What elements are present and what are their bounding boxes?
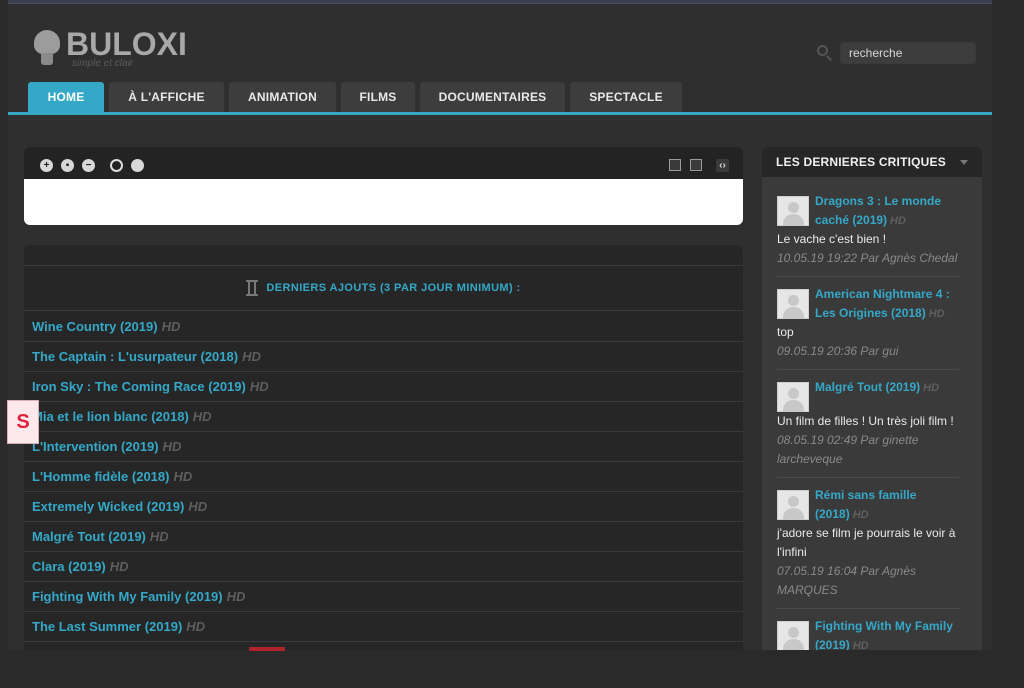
review-item: Malgré Tout (2019) HD Un film de filles !… bbox=[777, 378, 959, 478]
stop-icon[interactable]: ▪ bbox=[61, 159, 74, 172]
main-nav: HOME À L'AFFICHE ANIMATION FILMS DOCUMEN… bbox=[28, 82, 687, 112]
review-meta: 07.05.19 16:04 Par Agnès MARQUES bbox=[777, 564, 916, 597]
latest-reviews-panel: LES DERNIERES CRITIQUES Dragons 3 : Le m… bbox=[762, 147, 982, 650]
tab-films[interactable]: FILMS bbox=[341, 82, 415, 112]
floating-s-badge[interactable]: S bbox=[7, 400, 39, 444]
sidebar-header[interactable]: LES DERNIERES CRITIQUES bbox=[762, 147, 982, 177]
list-item[interactable]: Iron Sky : The Coming Race (2019) HD bbox=[24, 372, 743, 402]
avatar bbox=[777, 382, 809, 412]
avatar bbox=[777, 621, 809, 650]
hd-badge: HD bbox=[162, 439, 182, 454]
review-item: Fighting With My Family (2019) HD bbox=[777, 617, 959, 650]
search-icon[interactable] bbox=[816, 44, 834, 62]
minus-icon[interactable]: − bbox=[82, 159, 95, 172]
review-text: j'adore se film je pourrais le voir à l'… bbox=[777, 526, 956, 559]
review-list: Dragons 3 : Le monde caché (2019) HD Le v… bbox=[777, 192, 959, 650]
review-movie-link[interactable]: Malgré Tout (2019) bbox=[815, 380, 920, 394]
review-text: top bbox=[777, 325, 794, 339]
avatar bbox=[777, 289, 809, 319]
contrast-light-icon[interactable] bbox=[131, 159, 144, 172]
review-text: Un film de filles ! Un très joli film ! bbox=[777, 414, 954, 428]
movie-title[interactable]: Clara (2019) bbox=[32, 559, 106, 574]
lightbulb-icon bbox=[34, 26, 60, 66]
list-item[interactable]: The Captain : L'usurpateur (2018) HD bbox=[24, 342, 743, 372]
review-meta: 09.05.19 20:36 Par gui bbox=[777, 344, 899, 358]
list-item[interactable]: Malgré Tout (2019) HD bbox=[24, 522, 743, 552]
avatar bbox=[777, 196, 809, 226]
tab-documentaires[interactable]: DOCUMENTAIRES bbox=[420, 82, 565, 112]
review-movie-link[interactable]: Dragons 3 : Le monde caché (2019) bbox=[815, 194, 941, 227]
hd-badge: HD bbox=[923, 382, 940, 394]
movie-title[interactable]: The Last Summer (2019) bbox=[32, 619, 182, 634]
list-title: DERNIERS AJOUTS (3 PAR JOUR MINIMUM) : bbox=[266, 282, 521, 294]
search-input[interactable] bbox=[840, 42, 976, 64]
movie-title[interactable]: Extremely Wicked (2019) bbox=[32, 499, 184, 514]
movie-title[interactable]: The Captain : L'usurpateur (2018) bbox=[32, 349, 238, 364]
review-text: Le vache c'est bien ! bbox=[777, 232, 887, 246]
list-item[interactable]: L'Homme fidèle (2018) HD bbox=[24, 462, 743, 492]
nav-underline bbox=[8, 112, 992, 115]
player-screen[interactable] bbox=[24, 179, 743, 225]
movie-title[interactable]: L'Intervention (2019) bbox=[32, 439, 159, 454]
contrast-dark-icon[interactable] bbox=[110, 159, 123, 172]
hd-badge: HD bbox=[192, 409, 212, 424]
player-toolbar: + ▪ − ‹› bbox=[24, 147, 743, 179]
player-widget: + ▪ − ‹› bbox=[24, 147, 743, 225]
list-item[interactable]: Extremely Wicked (2019) HD bbox=[24, 492, 743, 522]
list-item[interactable]: Clara (2019) HD bbox=[24, 552, 743, 582]
hd-badge: HD bbox=[226, 589, 246, 604]
review-item: American Nightmare 4 : Les Origines (201… bbox=[777, 285, 959, 370]
movie-title[interactable]: L'Homme fidèle (2018) bbox=[32, 469, 169, 484]
list-header: DERNIERS AJOUTS (3 PAR JOUR MINIMUM) : bbox=[24, 265, 743, 311]
review-movie-link[interactable]: Fighting With My Family (2019) bbox=[815, 619, 953, 650]
movie-title[interactable]: Malgré Tout (2019) bbox=[32, 529, 146, 544]
tab-animation[interactable]: ANIMATION bbox=[229, 82, 336, 112]
hd-badge: HD bbox=[249, 379, 269, 394]
hd-badge: HD bbox=[161, 319, 181, 334]
avatar bbox=[777, 490, 809, 520]
movie-list: Wine Country (2019) HD The Captain : L'us… bbox=[24, 312, 743, 642]
plus-icon[interactable]: + bbox=[40, 159, 53, 172]
hd-badge: HD bbox=[242, 349, 261, 364]
list-item[interactable]: L'Intervention (2019) HD bbox=[24, 432, 743, 462]
review-meta: 08.05.19 02:49 Par ginette larcheveque bbox=[777, 433, 919, 466]
hd-badge: HD bbox=[149, 529, 169, 544]
hd-badge: HD bbox=[852, 640, 869, 650]
search-box bbox=[816, 42, 976, 64]
hd-badge: HD bbox=[890, 215, 906, 227]
list-item[interactable]: Mia et le lion blanc (2018) HD bbox=[24, 402, 743, 432]
review-meta: 10.05.19 19:22 Par Agnès Chedal bbox=[777, 251, 958, 265]
hd-badge: HD bbox=[188, 499, 208, 514]
movie-title[interactable]: Fighting With My Family (2019) bbox=[32, 589, 223, 604]
site-logo[interactable]: BULOXI simple et clair bbox=[34, 26, 187, 69]
scroll-indicator bbox=[249, 647, 285, 651]
tab-home[interactable]: HOME bbox=[28, 82, 104, 112]
hd-badge: HD bbox=[109, 559, 129, 574]
page-bottom bbox=[0, 650, 1024, 688]
hd-badge: HD bbox=[186, 619, 206, 634]
logo-tagline: simple et clair bbox=[72, 58, 134, 69]
latest-additions: DERNIERS AJOUTS (3 PAR JOUR MINIMUM) : W… bbox=[24, 245, 743, 650]
site-container: BULOXI simple et clair HOME À L'AFFICHE … bbox=[8, 4, 992, 650]
hd-badge: HD bbox=[928, 308, 945, 320]
hourglass-icon bbox=[246, 280, 259, 296]
movie-title[interactable]: Mia et le lion blanc (2018) bbox=[32, 409, 189, 424]
expand-icon[interactable]: ‹› bbox=[716, 159, 729, 172]
review-item: Rémi sans famille (2018) HD j'adore se fi… bbox=[777, 486, 959, 609]
sidebar-title: LES DERNIERES CRITIQUES bbox=[776, 155, 946, 169]
chevron-down-icon[interactable] bbox=[960, 159, 968, 165]
movie-title[interactable]: Iron Sky : The Coming Race (2019) bbox=[32, 379, 246, 394]
hd-badge: HD bbox=[852, 509, 869, 521]
logo-text: BULOXI bbox=[66, 26, 187, 62]
tab-a-l-affiche[interactable]: À L'AFFICHE bbox=[109, 82, 224, 112]
review-item: Dragons 3 : Le monde caché (2019) HD Le v… bbox=[777, 192, 959, 277]
movie-title[interactable]: Wine Country (2019) bbox=[32, 319, 158, 334]
grid-icon[interactable] bbox=[669, 159, 681, 171]
list-item[interactable]: The Last Summer (2019) HD bbox=[24, 612, 743, 642]
hd-badge: HD bbox=[173, 469, 193, 484]
list-item[interactable]: Fighting With My Family (2019) HD bbox=[24, 582, 743, 612]
list-item[interactable]: Wine Country (2019) HD bbox=[24, 312, 743, 342]
tab-spectacle[interactable]: SPECTACLE bbox=[570, 82, 682, 112]
list-view-icon[interactable] bbox=[690, 159, 702, 171]
